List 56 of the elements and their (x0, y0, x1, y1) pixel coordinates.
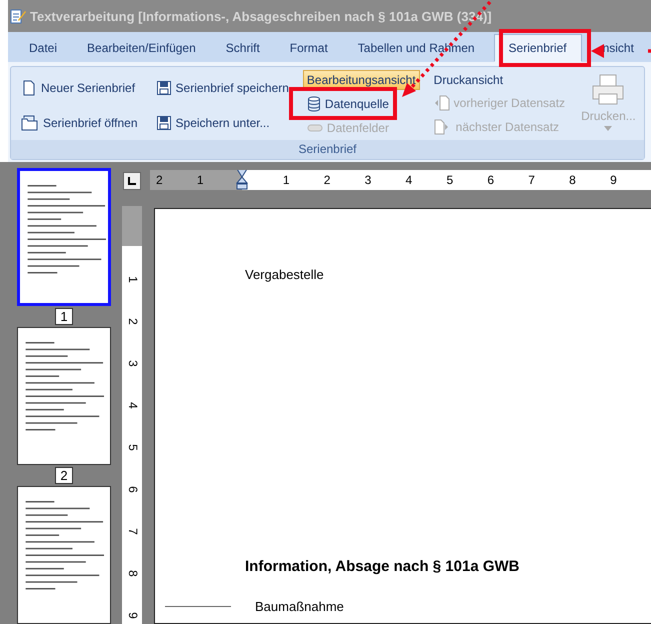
database-icon (306, 96, 321, 112)
annotation-arrow (591, 44, 651, 58)
view-toggle[interactable]: Druckansicht (430, 70, 570, 90)
ribbon-button[interactable]: Serienbrief öffnen (17, 112, 142, 134)
ruler-number: 6 (487, 173, 496, 187)
indent-marker-icon[interactable] (236, 170, 248, 190)
ruler-number: 7 (124, 528, 140, 535)
ruler-number: 1 (196, 173, 205, 187)
ruler-number: 1 (282, 173, 290, 187)
ribbon-button[interactable]: Datenquelle (302, 93, 420, 115)
menu-tab[interactable]: nsicht (590, 34, 645, 62)
document-text: Vergabestelle (245, 267, 325, 282)
document-heading: Information, Absage nach § 101a GWB (245, 558, 521, 575)
tab-stop-button[interactable] (123, 172, 141, 190)
menu-tab[interactable]: Tabellen und Rahmen (346, 34, 486, 62)
printer-icon (591, 74, 626, 106)
page-number: 1 (55, 308, 73, 325)
ribbon-button[interactable]: Neuer Serienbrief (17, 76, 142, 98)
page-thumbnail[interactable] (17, 327, 111, 465)
ruler-number: 4 (406, 173, 414, 187)
ruler-number: 7 (528, 173, 536, 187)
caret-icon (604, 126, 612, 131)
ruler-number: 8 (124, 570, 140, 577)
ruler-number: 6 (124, 486, 140, 493)
app-icon (10, 8, 26, 24)
group-label: Serienbrief (11, 140, 644, 159)
ruler-number: 3 (124, 360, 140, 367)
ruler-number: 2 (324, 173, 332, 187)
ribbon-button[interactable]: Speichern unter... (152, 112, 293, 134)
ruler-number: 8 (569, 173, 577, 187)
ruler-number: 3 (364, 173, 372, 187)
ruler-number: 2 (156, 173, 164, 187)
ruler-number: 9 (124, 612, 140, 619)
page-icon (21, 80, 37, 96)
page-thumbnail[interactable] (17, 486, 111, 624)
menu-tab[interactable]: Format (278, 34, 339, 62)
ruler-number: 5 (124, 444, 140, 451)
ruler-number: 9 (610, 173, 618, 187)
pill-icon (306, 123, 323, 133)
floppy-icon (156, 80, 172, 96)
tab-left-icon (127, 176, 137, 186)
menu-tab[interactable]: Datei (18, 34, 68, 62)
page-back-icon (434, 95, 450, 111)
ruler-number: 1 (124, 276, 140, 283)
menu-tab[interactable]: Schrift (214, 34, 271, 62)
page-thumbnail[interactable] (17, 168, 111, 306)
ruler-number: 2 (124, 318, 140, 325)
menu-tab[interactable]: Serienbrief (494, 34, 582, 62)
ruler-number: 5 (446, 173, 454, 187)
menu-tab[interactable]: Bearbeiten/Einfügen (76, 34, 207, 62)
ribbon-button[interactable]: Serienbrief speichern (152, 76, 293, 98)
floppy-icon (156, 114, 172, 130)
ruler-number: 4 (124, 402, 140, 409)
folder-icon (21, 114, 39, 130)
page-number: 2 (55, 467, 73, 484)
document-text: Baumaßnahme (255, 599, 344, 614)
